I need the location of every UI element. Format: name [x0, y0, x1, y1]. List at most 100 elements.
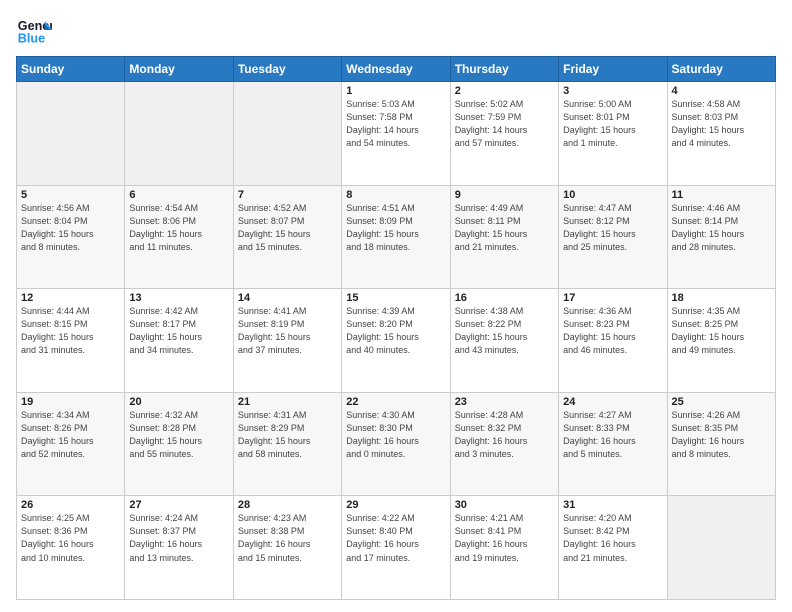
day-number: 21	[238, 396, 337, 408]
calendar-cell: 20Sunrise: 4:32 AM Sunset: 8:28 PM Dayli…	[125, 392, 233, 496]
calendar-cell: 6Sunrise: 4:54 AM Sunset: 8:06 PM Daylig…	[125, 185, 233, 289]
calendar-cell: 1Sunrise: 5:03 AM Sunset: 7:58 PM Daylig…	[342, 82, 450, 186]
day-info: Sunrise: 4:34 AM Sunset: 8:26 PM Dayligh…	[21, 409, 120, 461]
day-number: 24	[563, 396, 662, 408]
week-row-4: 19Sunrise: 4:34 AM Sunset: 8:26 PM Dayli…	[17, 392, 776, 496]
day-number: 23	[455, 396, 554, 408]
calendar-cell: 7Sunrise: 4:52 AM Sunset: 8:07 PM Daylig…	[233, 185, 341, 289]
day-info: Sunrise: 4:26 AM Sunset: 8:35 PM Dayligh…	[672, 409, 771, 461]
day-info: Sunrise: 4:51 AM Sunset: 8:09 PM Dayligh…	[346, 202, 445, 254]
week-row-1: 1Sunrise: 5:03 AM Sunset: 7:58 PM Daylig…	[17, 82, 776, 186]
weekday-header-wednesday: Wednesday	[342, 57, 450, 82]
day-number: 12	[21, 292, 120, 304]
weekday-header-monday: Monday	[125, 57, 233, 82]
calendar-cell: 30Sunrise: 4:21 AM Sunset: 8:41 PM Dayli…	[450, 496, 558, 600]
day-info: Sunrise: 4:24 AM Sunset: 8:37 PM Dayligh…	[129, 512, 228, 564]
day-number: 18	[672, 292, 771, 304]
day-number: 1	[346, 85, 445, 97]
day-number: 4	[672, 85, 771, 97]
day-number: 15	[346, 292, 445, 304]
day-info: Sunrise: 5:00 AM Sunset: 8:01 PM Dayligh…	[563, 98, 662, 150]
day-number: 5	[21, 189, 120, 201]
calendar-cell: 31Sunrise: 4:20 AM Sunset: 8:42 PM Dayli…	[559, 496, 667, 600]
day-info: Sunrise: 4:21 AM Sunset: 8:41 PM Dayligh…	[455, 512, 554, 564]
day-info: Sunrise: 5:02 AM Sunset: 7:59 PM Dayligh…	[455, 98, 554, 150]
calendar-cell	[233, 82, 341, 186]
calendar-cell	[17, 82, 125, 186]
page: General Blue SundayMondayTuesdayWednesda…	[0, 0, 792, 612]
day-number: 29	[346, 499, 445, 511]
day-number: 19	[21, 396, 120, 408]
calendar-cell: 14Sunrise: 4:41 AM Sunset: 8:19 PM Dayli…	[233, 289, 341, 393]
day-info: Sunrise: 4:28 AM Sunset: 8:32 PM Dayligh…	[455, 409, 554, 461]
weekday-header-friday: Friday	[559, 57, 667, 82]
calendar-cell: 26Sunrise: 4:25 AM Sunset: 8:36 PM Dayli…	[17, 496, 125, 600]
calendar-cell: 16Sunrise: 4:38 AM Sunset: 8:22 PM Dayli…	[450, 289, 558, 393]
day-info: Sunrise: 4:35 AM Sunset: 8:25 PM Dayligh…	[672, 305, 771, 357]
day-number: 31	[563, 499, 662, 511]
day-number: 28	[238, 499, 337, 511]
calendar-cell	[667, 496, 775, 600]
day-info: Sunrise: 4:41 AM Sunset: 8:19 PM Dayligh…	[238, 305, 337, 357]
calendar-cell: 19Sunrise: 4:34 AM Sunset: 8:26 PM Dayli…	[17, 392, 125, 496]
calendar-cell: 2Sunrise: 5:02 AM Sunset: 7:59 PM Daylig…	[450, 82, 558, 186]
day-info: Sunrise: 4:25 AM Sunset: 8:36 PM Dayligh…	[21, 512, 120, 564]
calendar-cell: 24Sunrise: 4:27 AM Sunset: 8:33 PM Dayli…	[559, 392, 667, 496]
calendar-cell: 17Sunrise: 4:36 AM Sunset: 8:23 PM Dayli…	[559, 289, 667, 393]
calendar-cell: 18Sunrise: 4:35 AM Sunset: 8:25 PM Dayli…	[667, 289, 775, 393]
day-number: 2	[455, 85, 554, 97]
header: General Blue	[16, 12, 776, 48]
day-number: 17	[563, 292, 662, 304]
day-info: Sunrise: 4:36 AM Sunset: 8:23 PM Dayligh…	[563, 305, 662, 357]
calendar-cell: 3Sunrise: 5:00 AM Sunset: 8:01 PM Daylig…	[559, 82, 667, 186]
day-number: 27	[129, 499, 228, 511]
week-row-2: 5Sunrise: 4:56 AM Sunset: 8:04 PM Daylig…	[17, 185, 776, 289]
day-info: Sunrise: 4:56 AM Sunset: 8:04 PM Dayligh…	[21, 202, 120, 254]
day-info: Sunrise: 4:58 AM Sunset: 8:03 PM Dayligh…	[672, 98, 771, 150]
day-info: Sunrise: 4:30 AM Sunset: 8:30 PM Dayligh…	[346, 409, 445, 461]
calendar-cell: 12Sunrise: 4:44 AM Sunset: 8:15 PM Dayli…	[17, 289, 125, 393]
day-info: Sunrise: 4:52 AM Sunset: 8:07 PM Dayligh…	[238, 202, 337, 254]
day-info: Sunrise: 4:39 AM Sunset: 8:20 PM Dayligh…	[346, 305, 445, 357]
logo: General Blue	[16, 12, 52, 48]
calendar-cell: 29Sunrise: 4:22 AM Sunset: 8:40 PM Dayli…	[342, 496, 450, 600]
weekday-header-thursday: Thursday	[450, 57, 558, 82]
day-info: Sunrise: 4:22 AM Sunset: 8:40 PM Dayligh…	[346, 512, 445, 564]
day-number: 22	[346, 396, 445, 408]
day-info: Sunrise: 4:46 AM Sunset: 8:14 PM Dayligh…	[672, 202, 771, 254]
day-info: Sunrise: 4:20 AM Sunset: 8:42 PM Dayligh…	[563, 512, 662, 564]
calendar-cell: 22Sunrise: 4:30 AM Sunset: 8:30 PM Dayli…	[342, 392, 450, 496]
day-number: 30	[455, 499, 554, 511]
day-info: Sunrise: 4:31 AM Sunset: 8:29 PM Dayligh…	[238, 409, 337, 461]
weekday-header-saturday: Saturday	[667, 57, 775, 82]
calendar: SundayMondayTuesdayWednesdayThursdayFrid…	[16, 56, 776, 600]
calendar-cell: 28Sunrise: 4:23 AM Sunset: 8:38 PM Dayli…	[233, 496, 341, 600]
day-number: 8	[346, 189, 445, 201]
calendar-cell: 11Sunrise: 4:46 AM Sunset: 8:14 PM Dayli…	[667, 185, 775, 289]
weekday-header-tuesday: Tuesday	[233, 57, 341, 82]
day-number: 16	[455, 292, 554, 304]
day-info: Sunrise: 4:54 AM Sunset: 8:06 PM Dayligh…	[129, 202, 228, 254]
weekday-header-sunday: Sunday	[17, 57, 125, 82]
day-number: 9	[455, 189, 554, 201]
day-info: Sunrise: 4:42 AM Sunset: 8:17 PM Dayligh…	[129, 305, 228, 357]
day-info: Sunrise: 4:49 AM Sunset: 8:11 PM Dayligh…	[455, 202, 554, 254]
calendar-cell: 23Sunrise: 4:28 AM Sunset: 8:32 PM Dayli…	[450, 392, 558, 496]
day-number: 7	[238, 189, 337, 201]
day-info: Sunrise: 4:47 AM Sunset: 8:12 PM Dayligh…	[563, 202, 662, 254]
day-number: 10	[563, 189, 662, 201]
calendar-cell: 15Sunrise: 4:39 AM Sunset: 8:20 PM Dayli…	[342, 289, 450, 393]
logo-icon: General Blue	[16, 12, 52, 48]
day-number: 11	[672, 189, 771, 201]
day-info: Sunrise: 4:38 AM Sunset: 8:22 PM Dayligh…	[455, 305, 554, 357]
calendar-cell	[125, 82, 233, 186]
day-number: 20	[129, 396, 228, 408]
calendar-cell: 5Sunrise: 4:56 AM Sunset: 8:04 PM Daylig…	[17, 185, 125, 289]
day-info: Sunrise: 5:03 AM Sunset: 7:58 PM Dayligh…	[346, 98, 445, 150]
week-row-5: 26Sunrise: 4:25 AM Sunset: 8:36 PM Dayli…	[17, 496, 776, 600]
day-info: Sunrise: 4:23 AM Sunset: 8:38 PM Dayligh…	[238, 512, 337, 564]
day-info: Sunrise: 4:32 AM Sunset: 8:28 PM Dayligh…	[129, 409, 228, 461]
day-info: Sunrise: 4:27 AM Sunset: 8:33 PM Dayligh…	[563, 409, 662, 461]
calendar-cell: 8Sunrise: 4:51 AM Sunset: 8:09 PM Daylig…	[342, 185, 450, 289]
calendar-cell: 27Sunrise: 4:24 AM Sunset: 8:37 PM Dayli…	[125, 496, 233, 600]
